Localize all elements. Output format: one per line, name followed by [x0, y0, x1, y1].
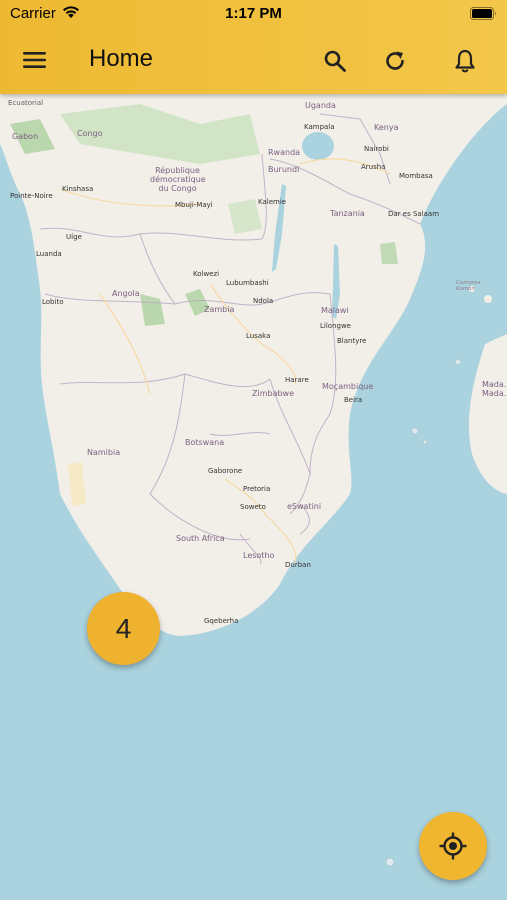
status-time: 1:17 PM — [225, 5, 282, 22]
refresh-icon[interactable] — [383, 49, 407, 73]
map-label-lilongwe: Lilongwe — [320, 322, 351, 330]
hamburger-menu-icon[interactable] — [22, 50, 48, 70]
map-label-ecuatorial: Ecuatorial — [8, 99, 44, 107]
map-label-lesotho: Lesotho — [243, 551, 275, 560]
map-label-arusha: Arusha — [361, 163, 386, 171]
map-label-zambia: Zambia — [204, 305, 235, 314]
page-title: Home — [89, 45, 154, 72]
status-bar: Carrier 1:17 PM — [0, 0, 507, 28]
map-label-zimbabwe: Zimbabwe — [252, 389, 295, 398]
map-label-rwanda: Rwanda — [268, 148, 301, 157]
map-label-mbuji-mayi: Mbuji-Mayi — [175, 201, 213, 209]
map-label-lobito: Lobito — [42, 298, 64, 306]
map-label-soweto: Soweto — [240, 503, 266, 511]
app-header: Carrier 1:17 PM Home — [0, 0, 507, 94]
bell-icon[interactable] — [453, 48, 477, 74]
map-label-burundi: Burundi — [268, 165, 300, 174]
map-label-tanzania: Tanzania — [330, 209, 365, 218]
map-label-kolwezi: Kolwezi — [193, 270, 220, 278]
map-label-harare: Harare — [285, 376, 309, 384]
map-label-nairobi: Nairobi — [364, 145, 389, 153]
map-label-mombasa: Mombasa — [399, 172, 433, 180]
map-label-beira: Beira — [344, 396, 363, 404]
map-label-madagascar: Mada... Mada... — [482, 380, 506, 398]
map-label-botswana: Botswana — [185, 438, 225, 447]
map-label-angola: Angola — [112, 289, 140, 298]
map-label-kinshasa: Kinshasa — [62, 185, 94, 193]
map-label-pretoria: Pretoria — [243, 485, 271, 493]
search-icon[interactable] — [323, 49, 347, 73]
map-label-ndola: Ndola — [253, 297, 274, 305]
map-label-uganda: Uganda — [305, 101, 336, 110]
map-label-south-africa: South Africa — [176, 534, 225, 543]
crosshair-locate-icon — [439, 832, 467, 860]
map-label-luanda: Luanda — [36, 250, 62, 258]
map-label-eswatini: eSwatini — [287, 502, 322, 511]
map-label-kampala: Kampala — [304, 123, 335, 131]
map-label-blantyre: Blantyre — [337, 337, 367, 345]
map-view[interactable]: Ecuatorial Gabon Congo Pointe-Noire Kins… — [0, 94, 507, 900]
map-label-gaborone: Gaborone — [208, 467, 243, 475]
cluster-count: 4 — [115, 612, 132, 644]
map-label-gabon: Gabon — [12, 132, 39, 141]
map-label-kenya: Kenya — [374, 123, 399, 132]
map-label-malawi: Malawi — [321, 306, 349, 315]
map-label-namibia: Namibia — [87, 448, 121, 457]
map-label-pointe-noire: Pointe-Noire — [10, 192, 53, 200]
battery-icon — [470, 7, 496, 20]
map-label-comores: Comores Komori — [456, 280, 481, 292]
map-label-durban: Durban — [285, 561, 311, 569]
screen: Ecuatorial Gabon Congo Pointe-Noire Kins… — [0, 0, 507, 900]
locate-me-button[interactable] — [419, 812, 487, 880]
map-label-gqeberha: Gqeberha — [204, 617, 239, 625]
map-cluster-marker[interactable]: 4 — [87, 592, 160, 665]
map-label-mocambique: Moçambique — [322, 382, 374, 391]
map-label-drc: République démocratique du Congo — [150, 166, 206, 193]
map-label-kalemie: Kalemie — [258, 198, 287, 206]
map-label-lubumbashi: Lubumbashi — [226, 279, 269, 287]
map-label-dar-es-salaam: Dar es Salaam — [388, 210, 440, 218]
map-label-congo: Congo — [77, 129, 103, 138]
map-label-lusaka: Lusaka — [246, 332, 271, 340]
map-label-uige: Uíge — [66, 233, 82, 241]
